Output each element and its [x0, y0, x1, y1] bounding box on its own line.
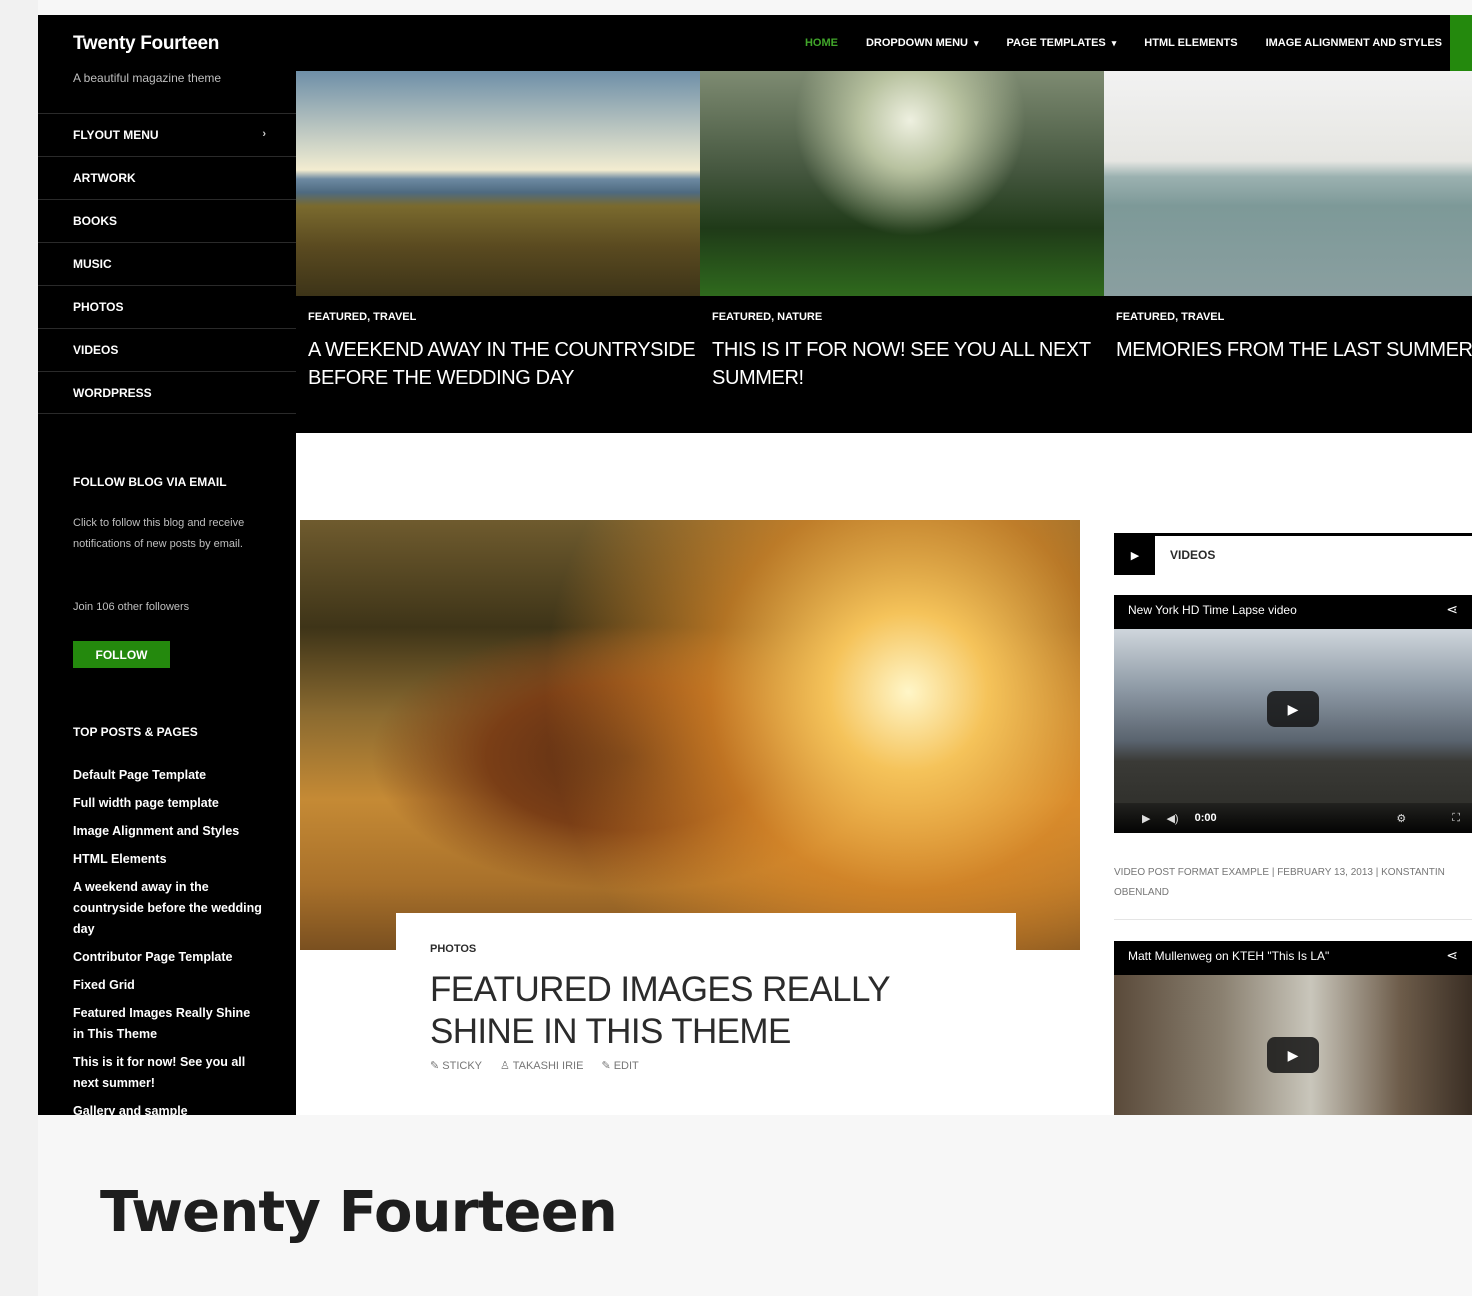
follow-button[interactable]: Follow: [73, 641, 170, 668]
edit-label: Edit: [613, 1060, 639, 1072]
post-meta: ✎ Sticky ♙ Takashi Irie ✎ Edit: [430, 1059, 639, 1072]
featured-title[interactable]: A weekend away in the countryside before…: [308, 336, 698, 392]
search-toggle[interactable]: [1450, 15, 1472, 71]
nav-item-page-templates[interactable]: Page Templates ▾: [1007, 37, 1117, 49]
video-player[interactable]: New York HD Time Lapse video ⋖ ▶ ▶ ◀) 0:…: [1114, 595, 1472, 833]
featured-image[interactable]: [296, 71, 700, 296]
share-icon[interactable]: ⋖: [1446, 601, 1458, 618]
author-meta[interactable]: ♙ Takashi Irie: [500, 1059, 583, 1072]
top-posts-list: Default Page Template Full width page te…: [73, 765, 263, 1115]
play-icon[interactable]: ▶: [1142, 812, 1150, 825]
side-nav-label: Photos: [73, 300, 124, 314]
chevron-right-icon: ›: [262, 128, 266, 140]
side-nav-item-videos[interactable]: Videos: [38, 328, 296, 371]
follow-widget-text: Click to follow this blog and receive no…: [73, 517, 245, 550]
site-title[interactable]: Twenty Fourteen: [73, 33, 219, 55]
featured-categories[interactable]: Featured, Nature: [712, 311, 822, 323]
side-nav-label: Flyout Menu: [73, 128, 159, 142]
user-icon: ♙: [500, 1060, 513, 1072]
side-nav-label: Books: [73, 214, 118, 228]
featured-categories[interactable]: Featured, Travel: [1116, 311, 1224, 323]
video-time: 0:00: [1194, 812, 1217, 824]
featured-image[interactable]: [1104, 71, 1472, 296]
featured-post[interactable]: Featured, Nature This is it for now! See…: [700, 71, 1104, 433]
post-title[interactable]: Featured Images Really Shine in This The…: [430, 969, 990, 1053]
featured-post[interactable]: Featured, Travel Memories from the last …: [1104, 71, 1472, 433]
post-featured-image[interactable]: [300, 520, 1080, 950]
side-nav-label: WordPress: [73, 385, 152, 400]
featured-title[interactable]: This is it for now! See you all next sum…: [712, 336, 1102, 392]
pin-icon: ✎: [430, 1060, 443, 1072]
nav-item-html-elements[interactable]: HTML Elements: [1144, 37, 1237, 49]
volume-icon[interactable]: ◀): [1166, 812, 1178, 825]
divider: [1114, 919, 1472, 920]
side-nav-item-artwork[interactable]: Artwork: [38, 156, 296, 199]
top-post-link[interactable]: Image Alignment and Styles: [73, 821, 263, 842]
follow-widget-followers: Join 106 other followers: [73, 601, 190, 613]
featured-title[interactable]: Memories from the last summer: [1116, 336, 1472, 364]
play-button[interactable]: ▶: [1267, 691, 1319, 727]
top-header: Home Dropdown Menu ▾ Page Templates ▾ HTML…: [296, 15, 1472, 71]
settings-icon[interactable]: ⚙: [1396, 812, 1406, 825]
top-post-link[interactable]: Contributor Page Template: [73, 947, 263, 968]
nav-item-home[interactable]: Home: [805, 37, 838, 49]
fullscreen-icon[interactable]: ⛶: [1452, 812, 1460, 825]
side-nav: Flyout Menu › Artwork Books Music Photos…: [38, 113, 296, 414]
nav-item-dropdown[interactable]: Dropdown Menu ▾: [866, 37, 979, 49]
theme-screenshot[interactable]: Twenty Fourteen A beautiful magazine the…: [38, 15, 1472, 1115]
sidebar: Twenty Fourteen A beautiful magazine the…: [38, 15, 296, 1115]
side-nav-label: Artwork: [73, 171, 136, 185]
featured-image[interactable]: [700, 71, 1104, 296]
top-post-link[interactable]: A weekend away in the countryside before…: [73, 877, 263, 940]
side-nav-item-music[interactable]: Music: [38, 242, 296, 285]
top-posts-title: Top Posts & Pages: [73, 725, 198, 739]
top-post-link[interactable]: Default Page Template: [73, 765, 263, 786]
caret-down-icon: ▾: [974, 38, 979, 48]
site-description: A beautiful magazine theme: [73, 71, 222, 85]
post-entry-header: Photos Featured Images Really Shine in T…: [396, 913, 1016, 1115]
sticky-meta[interactable]: ✎ Sticky: [430, 1059, 482, 1072]
videos-widget-title[interactable]: Videos: [1170, 548, 1215, 562]
nav-item-image-alignment[interactable]: Image Alignment and Styles: [1266, 37, 1442, 49]
edit-meta[interactable]: ✎ Edit: [601, 1059, 638, 1072]
caret-down-icon: ▾: [1111, 38, 1117, 48]
side-nav-item-wordpress[interactable]: WordPress: [38, 371, 296, 414]
side-nav-item-flyout[interactable]: Flyout Menu ›: [38, 113, 296, 156]
nav-label: Home: [804, 37, 838, 49]
play-button[interactable]: ▶: [1267, 1037, 1319, 1073]
side-nav-label: Music: [73, 257, 112, 271]
share-icon[interactable]: ⋖: [1446, 947, 1458, 964]
play-icon: ▶: [1115, 536, 1155, 575]
video-player[interactable]: Matt Mullenweg on KTEH "This Is LA" ⋖ ▶: [1114, 941, 1472, 1115]
content-area: Photos Featured Images Really Shine in T…: [296, 433, 1472, 1115]
top-post-link[interactable]: HTML Elements: [73, 849, 263, 870]
top-post-link[interactable]: This is it for now! See you all next sum…: [73, 1052, 263, 1094]
top-post-link[interactable]: Gallery and sample: [73, 1101, 263, 1115]
side-nav-item-photos[interactable]: Photos: [38, 285, 296, 328]
nav-label: HTML Elements: [1144, 37, 1238, 49]
sticky-label: Sticky: [442, 1060, 483, 1072]
pencil-icon: ✎: [601, 1060, 614, 1072]
top-post-link[interactable]: Featured Images Really Shine in This The…: [73, 1003, 263, 1045]
theme-name[interactable]: Twenty Fourteen: [100, 1180, 618, 1245]
featured-categories[interactable]: Featured, Travel: [308, 311, 416, 323]
video-title[interactable]: Matt Mullenweg on KTEH "This Is LA": [1128, 949, 1329, 963]
video-post-meta[interactable]: Video post format example | February 13,…: [1114, 863, 1472, 903]
post-category[interactable]: Photos: [430, 943, 476, 955]
videos-widget-header: ▶ Videos: [1114, 533, 1472, 575]
video-controls: ▶ ◀) 0:00 ⚙ ⛶: [1114, 803, 1472, 833]
author-label: Takashi Irie: [512, 1060, 584, 1072]
video-title[interactable]: New York HD Time Lapse video: [1128, 603, 1297, 617]
top-post-link[interactable]: Fixed Grid: [73, 975, 263, 996]
nav-label: Dropdown Menu: [865, 37, 968, 49]
primary-nav: Home Dropdown Menu ▾ Page Templates ▾ HTML…: [805, 15, 1442, 71]
nav-label: Page Templates: [1006, 37, 1106, 49]
side-nav-label: Videos: [73, 343, 119, 357]
featured-post[interactable]: Featured, Travel A weekend away in the c…: [296, 71, 700, 433]
top-post-link[interactable]: Full width page template: [73, 793, 263, 814]
follow-widget-title: Follow Blog via Email: [73, 475, 227, 489]
nav-label: Image Alignment and Styles: [1265, 37, 1442, 49]
side-nav-item-books[interactable]: Books: [38, 199, 296, 242]
